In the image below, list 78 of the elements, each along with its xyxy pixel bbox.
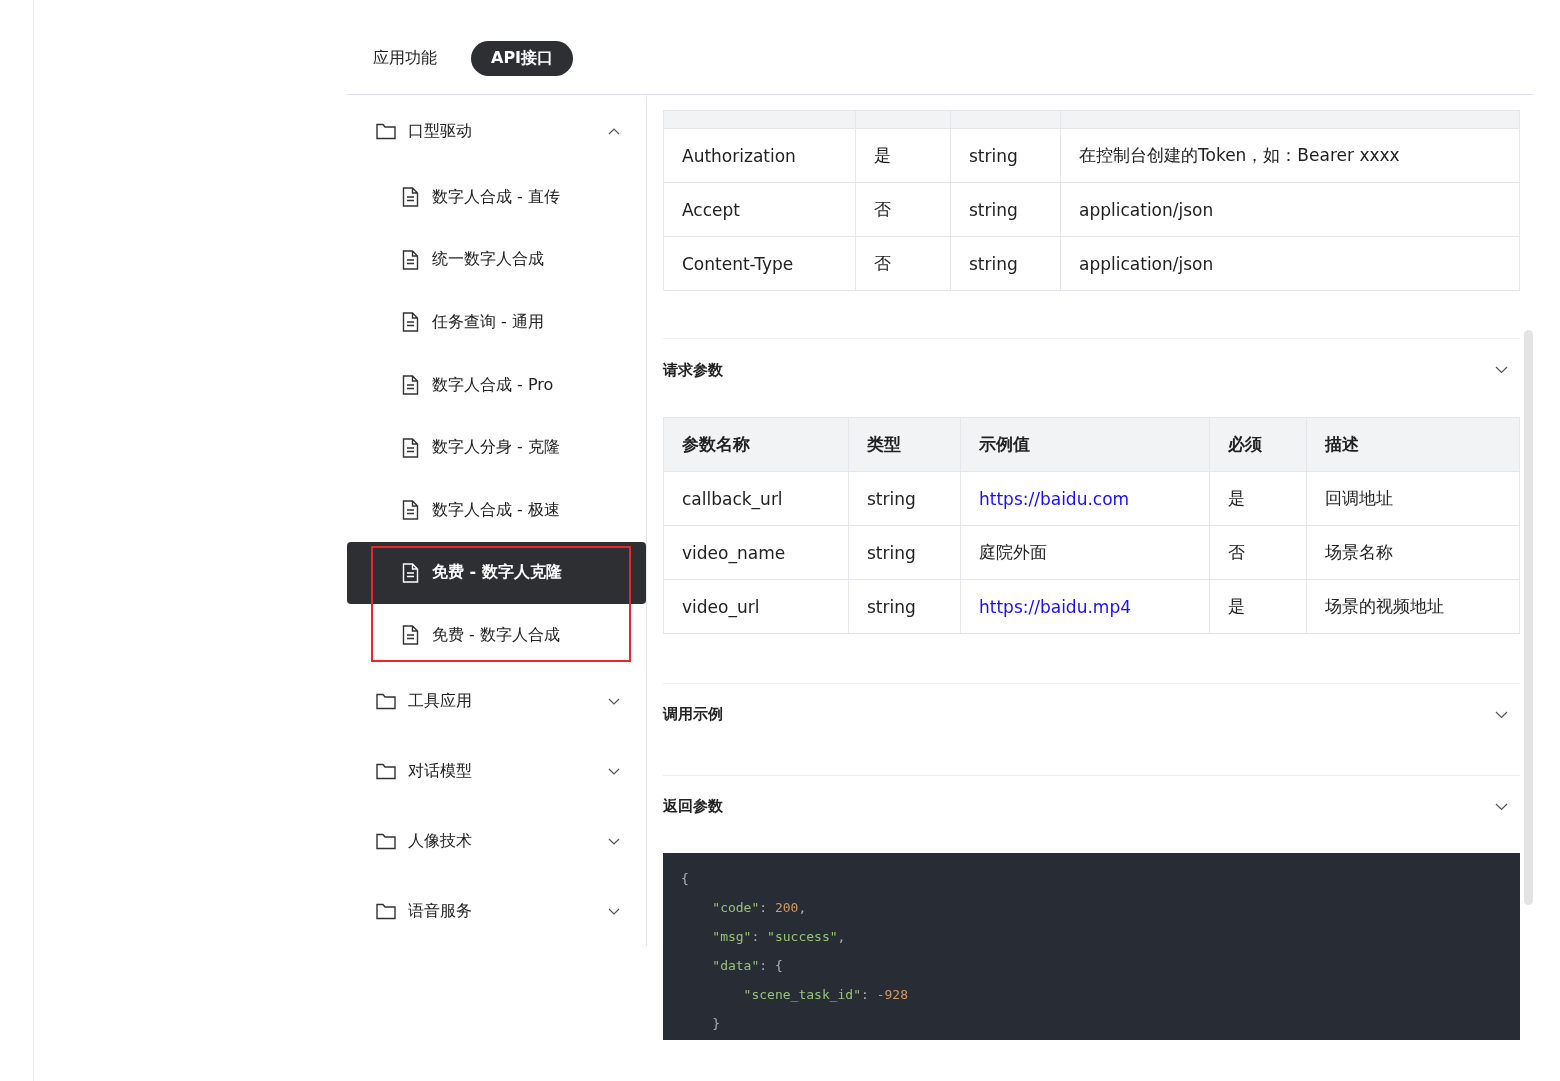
section-title: 返回参数: [663, 797, 723, 816]
table-cell: video_url: [682, 596, 760, 617]
menu-item[interactable]: 统一数字人合成: [347, 228, 646, 292]
code-line: "code": 200,: [711, 900, 808, 917]
code-line: {: [681, 871, 690, 888]
table-cell: video_name: [682, 542, 786, 563]
chevron-icon[interactable]: [1495, 366, 1508, 374]
table-cell: 场景的视频地址: [1325, 595, 1444, 618]
table-cell: string: [867, 542, 916, 563]
scrollbar[interactable]: [1524, 330, 1533, 905]
chevron-icon: [608, 697, 620, 706]
table-cell: Authorization: [664, 129, 856, 182]
section-title: 调用示例: [663, 705, 723, 724]
table-cell: 场景名称: [1325, 541, 1393, 564]
document-icon: [402, 562, 419, 583]
menu-group[interactable]: 语音服务: [347, 876, 646, 947]
folder-icon: [376, 693, 396, 711]
code-line: "msg": "success",: [711, 929, 847, 946]
menu-item[interactable]: 数字人合成 - 极速: [347, 478, 646, 542]
chevron-icon: [608, 767, 620, 776]
menu-group[interactable]: 人像技术: [347, 806, 646, 877]
tab[interactable]: API接口: [471, 40, 574, 76]
menu-item[interactable]: 数字人合成 - Pro: [347, 353, 646, 417]
menu-item[interactable]: 数字人分身 - 克隆: [347, 416, 646, 479]
table-cell-text: application/json: [1078, 198, 1215, 222]
table-cell: 庭院外面: [979, 541, 1047, 564]
menu-item[interactable]: 任务查询 - 通用: [347, 291, 646, 354]
table-cell: Accept: [664, 183, 856, 236]
table-cell: 是: [856, 129, 951, 182]
link[interactable]: https://baidu.mp4: [979, 596, 1131, 617]
chevron-icon: [608, 907, 620, 916]
table-cell: 回调地址: [1325, 487, 1393, 510]
table-cell: 是: [1228, 487, 1245, 510]
column-header: 必须: [1210, 418, 1307, 471]
chevron-icon: [608, 837, 620, 846]
menu-item[interactable]: 免费 - 数字人克隆: [347, 541, 646, 605]
table-cell-text: application/json: [1078, 252, 1215, 276]
code-line: "data": {: [711, 958, 784, 975]
document-icon: [402, 500, 419, 521]
code-line: }: [711, 1016, 722, 1033]
link[interactable]: https://baidu.com: [979, 488, 1130, 509]
table-cell: 是: [1228, 595, 1245, 618]
table-cell: 否: [1228, 541, 1245, 564]
document-icon: [402, 625, 419, 646]
chevron-icon: [608, 127, 620, 135]
menu-group[interactable]: 工具应用: [347, 666, 646, 737]
table-cell: string: [951, 237, 1061, 290]
table-cell: string: [951, 183, 1061, 236]
table-cell-text: 在控制台创建的Token，如：Bearer xxxx: [1078, 144, 1401, 167]
document-icon: [402, 187, 419, 208]
column-header: 示例值: [961, 418, 1210, 471]
section-title: 请求参数: [663, 360, 723, 380]
column-header: 参数名称: [664, 418, 849, 471]
table-cell: 否: [856, 183, 951, 236]
document-icon: [402, 312, 419, 333]
folder-icon: [376, 903, 396, 921]
document-icon: [402, 249, 419, 270]
table-cell: string: [867, 596, 916, 617]
menu-group[interactable]: 口型驱动: [347, 96, 646, 166]
column-header: 描述: [1323, 433, 1360, 456]
folder-icon: [376, 122, 396, 140]
document-icon: [402, 437, 419, 458]
folder-icon: [376, 763, 396, 781]
table-cell: string: [867, 488, 916, 509]
folder-icon: [376, 833, 396, 851]
table-cell: callback_url: [682, 488, 783, 509]
table-cell: string: [951, 129, 1061, 182]
menu-item[interactable]: 数字人合成 - 直传: [347, 166, 646, 229]
menu-group[interactable]: 对话模型: [347, 736, 646, 807]
tab[interactable]: 应用功能: [373, 40, 437, 76]
table-cell: Content-Type: [664, 237, 856, 290]
chevron-icon[interactable]: [1495, 710, 1508, 719]
chevron-icon[interactable]: [1495, 802, 1508, 811]
menu-item[interactable]: 免费 - 数字人合成: [347, 604, 646, 667]
code-line: "scene_task_id": -928: [742, 987, 909, 1004]
document-icon: [402, 375, 419, 396]
table-cell: 否: [856, 237, 951, 290]
column-header: 类型: [849, 418, 961, 471]
